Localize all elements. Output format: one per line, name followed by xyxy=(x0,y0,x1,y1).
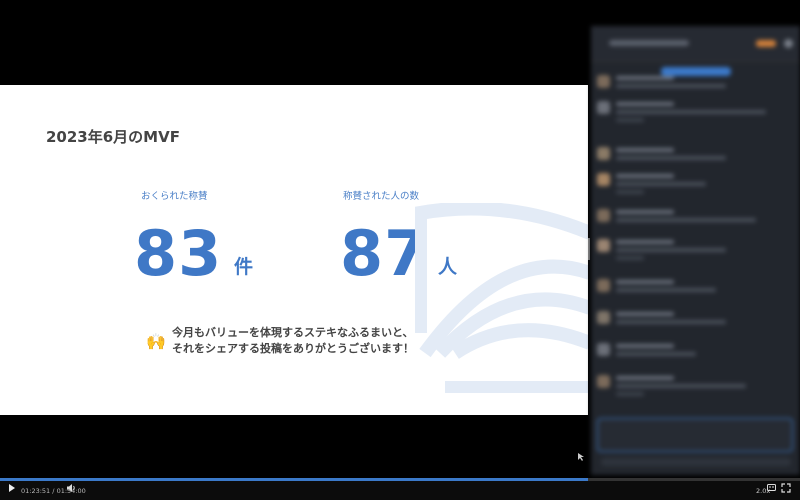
chat-message xyxy=(597,72,792,98)
slide-title: 2023年6月のMVF xyxy=(46,128,180,146)
chat-message xyxy=(597,170,792,196)
seek-bar-fill xyxy=(0,478,588,481)
chat-message xyxy=(597,308,792,334)
volume-button[interactable] xyxy=(66,483,78,494)
fullscreen-button[interactable] xyxy=(781,483,791,493)
panel-divider-handle[interactable] xyxy=(588,238,590,260)
current-time: 01:23:51 xyxy=(21,487,51,495)
fullscreen-icon xyxy=(781,483,791,493)
chat-message xyxy=(597,340,792,366)
chat-message xyxy=(597,236,792,262)
chat-message xyxy=(597,372,792,398)
chat-message xyxy=(597,276,792,302)
thanks-message: 🙌 今月もバリューを体現するステキなふるまいと、 それをシェアする投稿をありがと… xyxy=(146,325,446,357)
chat-message xyxy=(597,144,792,170)
player-controls: 01:23:51 / 01:54:00 2.0x xyxy=(0,478,800,500)
play-icon xyxy=(9,484,15,492)
captions-icon xyxy=(767,484,776,491)
praise-sent-label: おくられた称賛 xyxy=(141,191,208,202)
praised-people-label: 称賛された人の数 xyxy=(343,191,420,202)
thanks-line-1: 今月もバリューを体現するステキなふるまいと、 xyxy=(172,326,414,339)
captions-button[interactable] xyxy=(767,483,776,492)
cursor-icon xyxy=(577,452,585,465)
seek-bar[interactable] xyxy=(0,478,800,481)
play-button[interactable] xyxy=(8,483,18,494)
raised-hands-icon: 🙌 xyxy=(146,331,166,351)
chat-message xyxy=(597,98,792,124)
logo-watermark xyxy=(415,203,588,393)
praise-sent-unit: 件 xyxy=(234,256,254,278)
volume-icon xyxy=(67,484,75,492)
praise-sent-count: 83 xyxy=(134,217,223,290)
thanks-message-text: 今月もバリューを体現するステキなふるまいと、 それをシェアする投稿をありがとうご… xyxy=(172,325,414,357)
chat-message xyxy=(597,206,792,232)
chat-input[interactable] xyxy=(597,418,793,452)
chat-panel-blurred xyxy=(591,26,800,475)
time-separator: / xyxy=(52,487,55,495)
video-area[interactable]: 2023年6月のMVF おくられた称賛 83 件 称賛された人の数 87 人 🙌… xyxy=(0,0,800,478)
chat-header xyxy=(591,26,800,62)
thanks-line-2: それをシェアする投稿をありがとうございます！ xyxy=(172,342,414,355)
chat-toolbar[interactable] xyxy=(601,458,791,466)
presentation-slide: 2023年6月のMVF おくられた称賛 83 件 称賛された人の数 87 人 🙌… xyxy=(0,85,588,415)
